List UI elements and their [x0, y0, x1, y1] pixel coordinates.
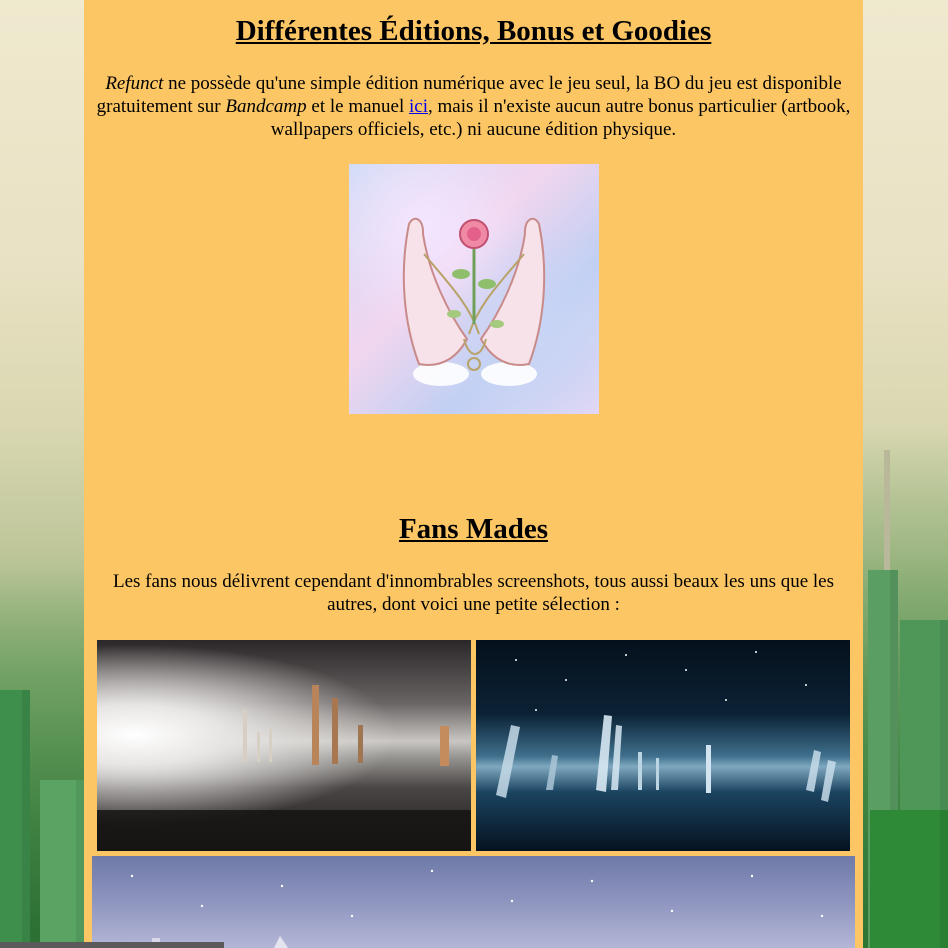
background-block: [0, 690, 30, 948]
background-block: [884, 450, 890, 570]
background-block: [40, 780, 84, 948]
fan-screenshot-2: [476, 640, 850, 851]
game-name: Refunct: [105, 73, 164, 94]
manual-link[interactable]: ici: [409, 96, 428, 117]
background-block: [870, 810, 948, 948]
editions-paragraph: Refunct ne possède qu'une simple édition…: [94, 72, 853, 141]
fan-screenshot-1: [97, 640, 471, 851]
fan-screenshot-3: [92, 856, 855, 948]
main-content: Différentes Éditions, Bonus et Goodies R…: [84, 0, 863, 948]
taskbar-strip: [0, 942, 224, 948]
bandcamp-name: Bandcamp: [225, 96, 307, 117]
editions-text-b: et le manuel: [306, 96, 409, 117]
game-cover-image: [349, 164, 599, 414]
fans-paragraph: Les fans nous délivrent cependant d'inno…: [112, 571, 835, 615]
section-title-fans: Fans Mades: [398, 513, 549, 545]
section-title-editions: Différentes Éditions, Bonus et Goodies: [235, 15, 712, 47]
hands-rose-illustration: [402, 217, 546, 386]
